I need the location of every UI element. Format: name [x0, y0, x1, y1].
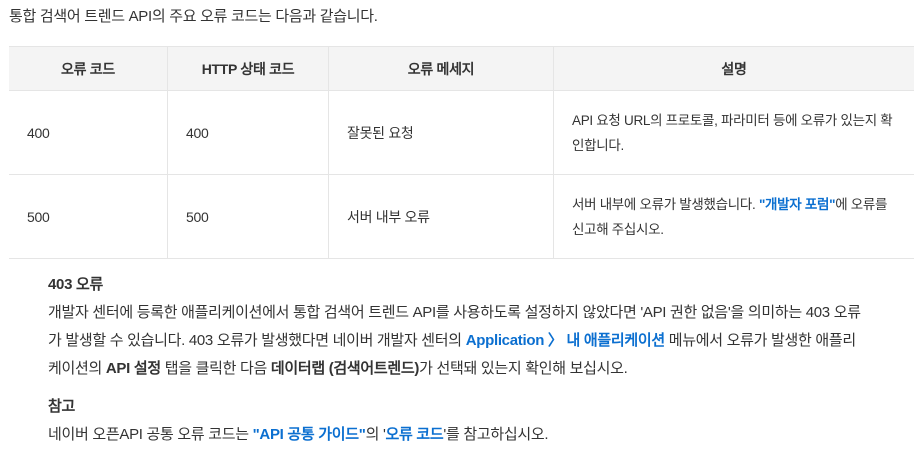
- note-text: 탭을 클릭한 다음: [161, 360, 271, 377]
- note-text: 가 선택돼 있는지 확인해 보십시오.: [419, 360, 627, 377]
- note-text: 네이버 오픈API 공통 오류 코드는: [48, 426, 253, 443]
- developer-forum-link[interactable]: "개발자 포럼": [759, 197, 835, 212]
- reference-title: 참고: [48, 393, 548, 421]
- reference-body: 네이버 오픈API 공통 오류 코드는 "API 공통 가이드"의 '오류 코드…: [48, 421, 548, 449]
- note-reference: 참고 네이버 오픈API 공통 오류 코드는 "API 공통 가이드"의 '오류…: [48, 393, 548, 449]
- my-application-link[interactable]: Application 〉 내 애플리케이션: [466, 332, 665, 349]
- api-settings-tab-text: API 설정: [106, 360, 161, 377]
- note-403-body: 개발자 센터에 등록한 애플리케이션에서 통합 검색어 트렌드 API를 사용하…: [48, 299, 868, 383]
- table-header-row: 오류 코드 HTTP 상태 코드 오류 메세지 설명: [9, 47, 914, 91]
- cell-desc: 서버 내부에 오류가 발생했습니다. "개발자 포럼"에 오류를 신고해 주십시…: [554, 175, 914, 259]
- desc-text: 서버 내부에 오류가 발생했습니다.: [572, 197, 759, 212]
- cell-message: 잘못된 요청: [329, 91, 554, 175]
- note-text: 의 ': [366, 426, 386, 443]
- header-description: 설명: [554, 47, 914, 91]
- intro-text: 통합 검색어 트렌드 API의 주요 오류 코드는 다음과 같습니다.: [9, 5, 378, 26]
- cell-http: 400: [168, 91, 329, 175]
- api-common-guide-link[interactable]: "API 공통 가이드": [253, 426, 366, 443]
- datalab-option-text: 데이터랩 (검색어트렌드): [271, 360, 419, 377]
- cell-code: 400: [9, 91, 168, 175]
- table-row: 400 400 잘못된 요청 API 요청 URL의 프로토콜, 파라미터 등에…: [9, 91, 914, 175]
- header-http-status: HTTP 상태 코드: [168, 47, 329, 91]
- header-error-message: 오류 메세지: [329, 47, 554, 91]
- cell-code: 500: [9, 175, 168, 259]
- error-code-link[interactable]: 오류 코드: [386, 426, 444, 443]
- cell-message: 서버 내부 오류: [329, 175, 554, 259]
- error-code-table: 오류 코드 HTTP 상태 코드 오류 메세지 설명 400 400 잘못된 요…: [9, 46, 914, 259]
- cell-desc: API 요청 URL의 프로토콜, 파라미터 등에 오류가 있는지 확인합니다.: [554, 91, 914, 175]
- note-403: 403 오류 개발자 센터에 등록한 애플리케이션에서 통합 검색어 트렌드 A…: [48, 271, 868, 383]
- note-403-title: 403 오류: [48, 271, 868, 299]
- header-error-code: 오류 코드: [9, 47, 168, 91]
- cell-http: 500: [168, 175, 329, 259]
- table-row: 500 500 서버 내부 오류 서버 내부에 오류가 발생했습니다. "개발자…: [9, 175, 914, 259]
- note-text: '를 참고하십시오.: [443, 426, 548, 443]
